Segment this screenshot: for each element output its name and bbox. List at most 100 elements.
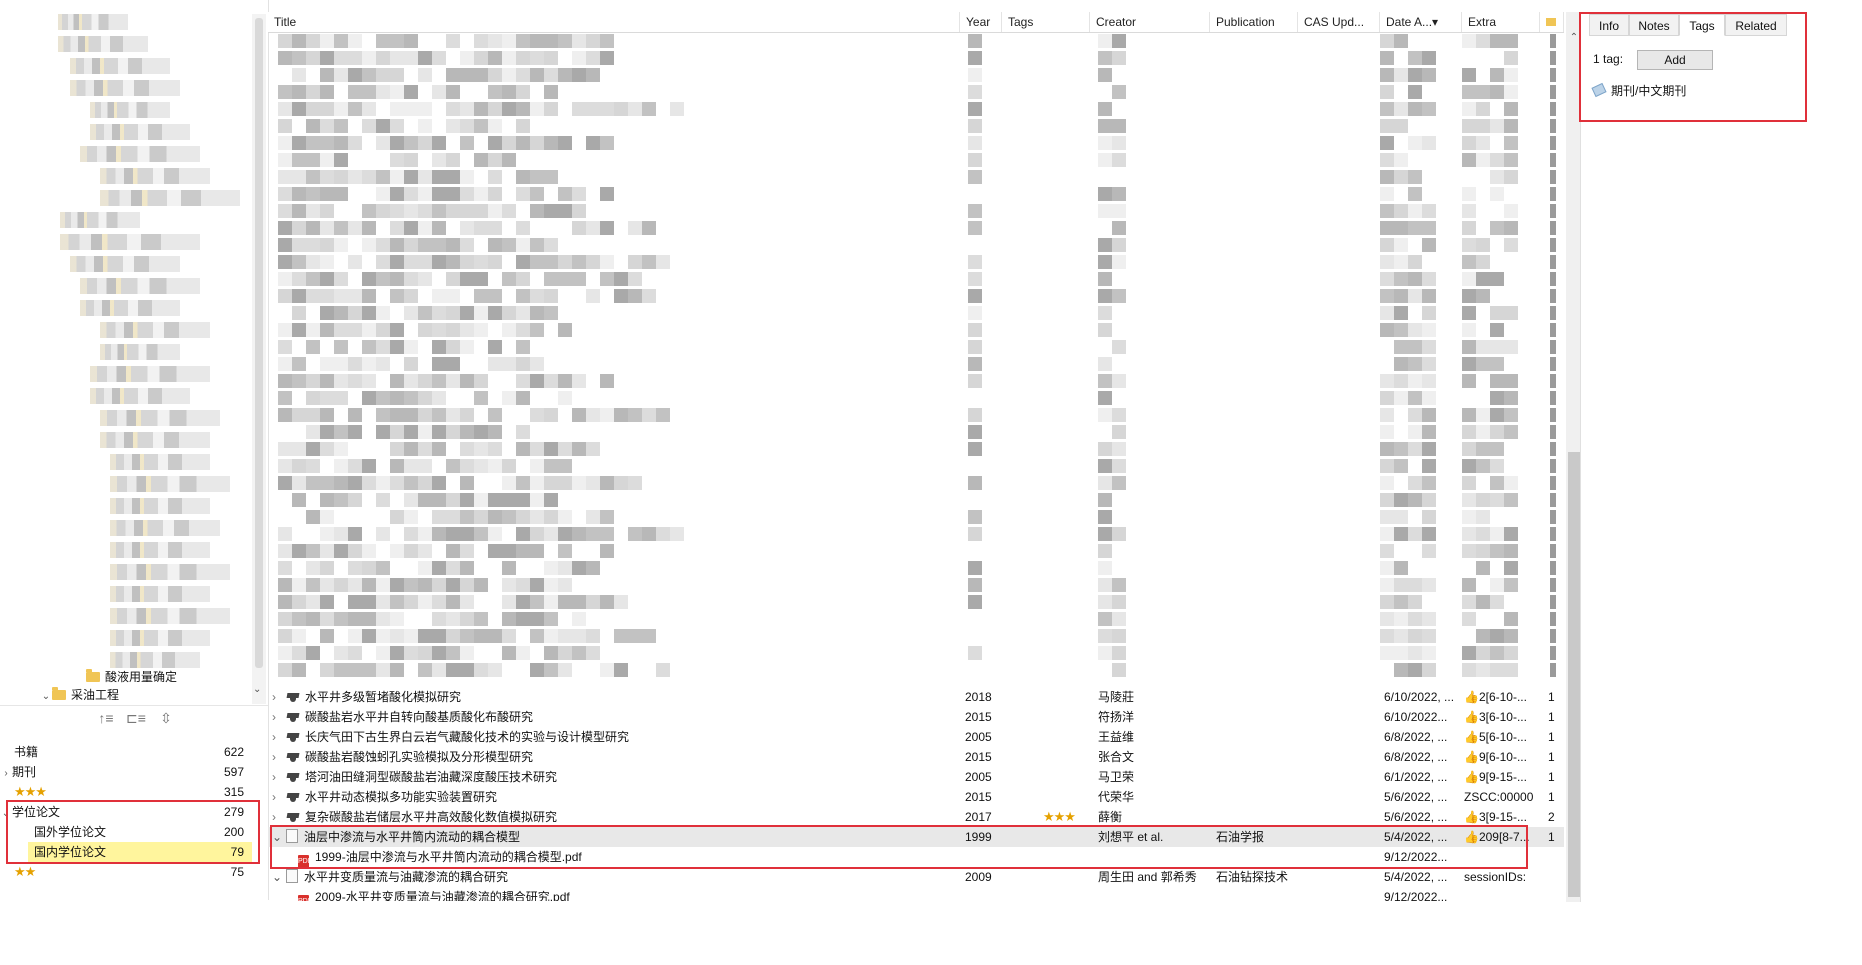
chevron-down-icon[interactable]: ⌄ [272,867,282,887]
chevron-right-icon[interactable]: › [272,747,282,767]
blurred-collection[interactable] [100,410,220,426]
redacted-cell [320,408,334,422]
chevron-down-icon[interactable]: ⌄ [40,688,52,700]
blurred-collection[interactable] [80,146,200,162]
tree-view-icon[interactable]: ⊏≡ [126,710,146,728]
sort-icon[interactable]: ↑≡ [96,710,116,728]
redacted-cell [1408,663,1422,677]
blurred-collection[interactable] [60,234,200,250]
redacted-cell [530,102,544,116]
blurred-collection[interactable] [90,124,190,140]
graduation-cap-icon [286,812,300,822]
column-attachments[interactable] [1540,12,1564,32]
blurred-collection[interactable] [58,36,148,52]
redacted-cell [404,289,418,303]
column-tags[interactable]: Tags [1002,12,1090,32]
blurred-collection[interactable] [110,520,220,536]
table-row[interactable]: › 长庆气田下古生界白云岩气藏酸化技术的实验与设计模型研究 2005 王益维 6… [268,727,1564,747]
item-extra: 👍3[9-15-... [1464,810,1527,824]
redacted-cell [1098,578,1112,592]
column-title[interactable]: Title [268,12,960,32]
attachment-row[interactable]: PDF2009-水平井变质量流与油藏渗流的耦合研究.pdf 9/12/2022.… [268,887,1564,901]
blurred-collection[interactable] [70,58,170,74]
redacted-cell [572,374,586,388]
collection-journals[interactable]: › 期刊 597 [0,762,252,782]
table-row[interactable]: › 塔河油田缝洞型碳酸盐岩油藏深度酸压技术研究 2005 马卫荣 6/1/202… [268,767,1564,787]
expand-collapse-icon[interactable]: ⇳ [156,710,176,728]
redacted-cell [418,527,432,541]
chevron-right-icon[interactable]: › [0,764,12,784]
redacted-cell [1112,476,1126,490]
scroll-thumb[interactable] [255,18,263,668]
blurred-collection[interactable] [70,256,180,272]
redacted-cell [600,374,614,388]
chevron-right-icon[interactable]: › [272,727,282,747]
table-row[interactable]: › 碳酸盐岩酸蚀蚓孔实验模拟及分形模型研究 2015 张合文 6/8/2022,… [268,747,1564,767]
blurred-collection[interactable] [100,432,210,448]
blurred-collection[interactable] [110,476,230,492]
collection-two-stars[interactable]: ★★ 75 [0,862,252,882]
chevron-right-icon[interactable]: › [272,787,282,807]
item-title: 塔河油田缝洞型碳酸盐岩油藏深度酸压技术研究 [305,770,558,784]
table-row[interactable]: › 水平井多级暂堵酸化模拟研究 2018 马陵莊 6/10/2022, ... … [268,687,1564,707]
blurred-collection[interactable] [110,542,210,558]
redacted-cell [968,442,982,456]
chevron-right-icon[interactable]: › [272,687,282,707]
redacted-cell [502,391,516,405]
blurred-collection[interactable] [100,344,180,360]
chevron-right-icon[interactable]: › [272,707,282,727]
redacted-cell [1504,578,1518,592]
redacted-cell [446,595,460,609]
blurred-collection[interactable] [70,80,180,96]
blurred-collection[interactable] [80,278,200,294]
item-detail-pane: Info Notes Tags Related 1 tag: Add 期刊/中文… [1579,12,1862,902]
chevron-right-icon[interactable]: › [272,807,282,827]
blurred-collection[interactable] [110,564,230,580]
chevron-right-icon[interactable]: › [272,767,282,787]
blurred-collection[interactable] [110,630,210,646]
blurred-collection[interactable] [90,102,170,118]
blurred-collection[interactable] [110,586,210,602]
scroll-thumb[interactable] [1568,452,1580,897]
blurred-collection[interactable] [110,608,230,624]
blurred-collection[interactable] [58,14,128,30]
redacted-cell [474,442,488,456]
column-year[interactable]: Year [960,12,1002,32]
blurred-collection[interactable] [80,300,180,316]
blurred-collection[interactable] [110,454,210,470]
redacted-cell [362,595,376,609]
table-row[interactable]: › 水平井动态模拟多功能实验装置研究 2015 代荣华 5/6/2022, ..… [268,787,1564,807]
column-date-added[interactable]: Date A...▾ [1380,12,1462,32]
blurred-collection[interactable] [60,212,140,228]
blurred-collection[interactable] [100,168,210,184]
redacted-cell [544,102,558,116]
collection-three-stars[interactable]: ★★★ 315 [0,782,252,802]
left-scrollbar[interactable]: ⌄ [252,14,266,704]
redacted-cell [1380,527,1394,541]
blurred-collection[interactable] [100,190,240,206]
column-creator[interactable]: Creator [1090,12,1210,32]
collection-books[interactable]: 书籍 622 [0,742,252,762]
redacted-cell [1380,391,1394,405]
redacted-cell [432,425,446,439]
table-row[interactable]: › 复杂碳酸盐岩储层水平井高效酸化数值模拟研究 2017 ★★★ 薛衡 5/6/… [268,807,1564,827]
redacted-cell [320,323,334,337]
table-row[interactable]: ⌄ 水平井变质量流与油藏渗流的耦合研究 2009 周生田 and 郭希秀 石油钻… [268,867,1564,887]
collection-acid-volume[interactable]: 酸液用量确定 [86,668,177,686]
redacted-cell [334,612,348,626]
scroll-down-arrow-icon[interactable]: ⌄ [253,684,261,695]
column-publication[interactable]: Publication [1210,12,1298,32]
redacted-cell [544,663,558,677]
blurred-collection[interactable] [100,322,210,338]
redacted-cell [446,119,460,133]
table-row[interactable]: › 碳酸盐岩水平井自转向酸基质酸化布酸研究 2015 符扬洋 6/10/2022… [268,707,1564,727]
blurred-collection[interactable] [90,388,190,404]
redacted-cell [1422,289,1436,303]
blurred-collection[interactable] [90,366,210,382]
collection-oil-production[interactable]: ⌄ 采油工程 [40,686,119,700]
blurred-collection[interactable] [110,652,200,668]
column-extra[interactable]: Extra [1462,12,1540,32]
blurred-collection[interactable] [110,498,210,514]
column-cas[interactable]: CAS Upd... [1298,12,1380,32]
redacted-cell [1112,442,1126,456]
